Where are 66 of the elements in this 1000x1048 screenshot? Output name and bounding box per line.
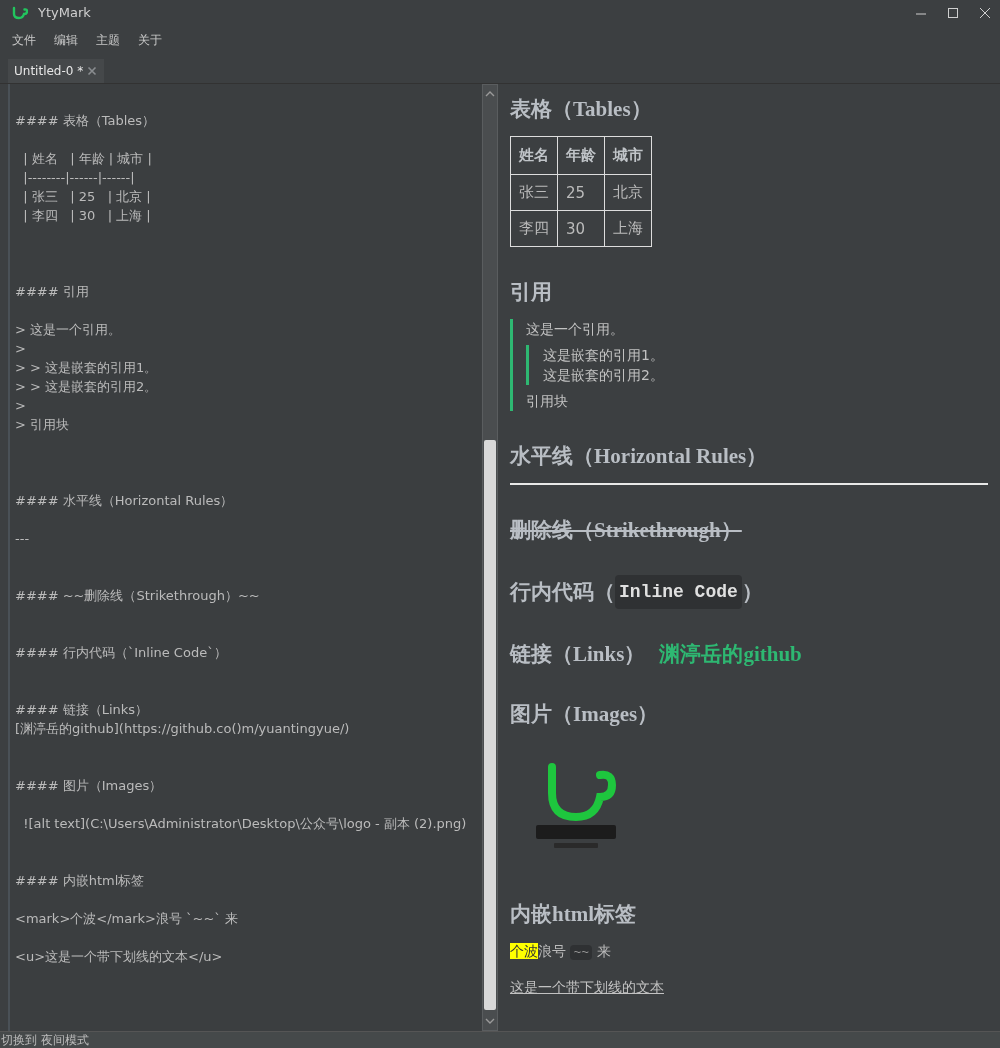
close-icon[interactable] [87,66,98,76]
code-line: > 引用块 [15,416,71,434]
strikethrough-text: 删除线（Strikethrough） [510,517,742,544]
table-cell: 30 [557,210,605,247]
code-line: > 这是一个引用。 [15,321,123,339]
tab-label: Untitled-0 * [14,64,84,78]
code-line: #### 水平线（Horizontal Rules） [15,492,235,510]
heading-text: 内嵌html标签 [510,901,636,928]
heading-text: ） [741,579,763,606]
code-line: ![alt text](C:\Users\Administrator\Desktop\公众号\logo - 副本 (2).png) [22,815,468,833]
table-header: 城市 [604,136,652,175]
heading-text: 图片（Images） [510,701,659,728]
quote-text: 这是一个引用。 [526,320,625,339]
file-tab[interactable]: Untitled-0 * [8,59,105,83]
menu-item[interactable]: 关于 [138,31,162,49]
code-line: | 姓名 | 年龄 | 城市 | [22,150,153,168]
quote-text: 引用块 [526,392,569,411]
table-header: 年龄 [557,136,605,175]
heading-text: 表格（Tables） [510,96,652,123]
link[interactable]: 渊渟岳的github [659,639,802,669]
table-cell: 张三 [510,174,558,211]
menu-item[interactable]: 编辑 [54,31,78,49]
underlined-text: 这是一个带下划线的文本 [510,979,664,995]
menu-item[interactable]: 主题 [96,31,120,49]
paragraph-text: 浪号 [538,943,567,959]
code-line: <u>这是一个带下划线的文本</u> [15,948,224,966]
code-line: > [15,397,27,415]
code-line: #### 链接（Links） [15,701,150,719]
code-line: --- [15,530,31,548]
code-line: |--------|------|------| [22,169,136,187]
code-line: #### 行内代码（`Inline Code`） [15,644,228,662]
quote-text: 这是嵌套的引用2。 [543,366,665,385]
highlighted-text: 个波 [510,943,538,959]
code-line: | 李四 | 30 | 上海 | [22,207,152,225]
heading-text: 链接（Links） [510,641,646,668]
inline-code: Inline Code [615,575,742,609]
menu-item[interactable]: 文件 [12,31,36,49]
table-cell: 25 [557,174,605,211]
code-line: #### 表格（Tables） [15,112,157,130]
scroll-up-icon[interactable] [484,90,496,98]
code-line: | 张三 | 25 | 北京 | [22,188,152,206]
table-cell: 李四 [510,210,558,247]
table-header: 姓名 [510,136,558,175]
code-line: > [15,340,27,358]
heading-text: 引用 [510,279,552,306]
quote-text: 这是嵌套的引用1。 [543,346,665,365]
heading-text: 行内代码（ [510,579,615,606]
table-cell: 北京 [604,174,652,211]
heading-text: 水平线（Horizontal Rules） [510,443,768,470]
code-line: #### 图片（Images） [15,777,164,795]
window-title: YtyMark [38,5,91,20]
code-line: > > 这是嵌套的引用2。 [15,378,159,396]
status-text[interactable]: 切换到 夜间模式 [0,1031,1000,1048]
scroll-down-icon[interactable] [484,1017,496,1025]
code-line: [渊渟岳的github](https://github.co()m/yuantingyue/) [15,720,351,738]
code-line: #### 引用 [15,283,90,301]
table-cell: 上海 [604,210,652,247]
paragraph-text: 来 [595,943,611,959]
code-line: #### ~~删除线（Strikethrough）~~ [15,587,261,605]
code-line: > > 这是嵌套的引用1。 [15,359,159,377]
scroll-thumb[interactable] [484,440,496,1010]
code-line: <mark>个波</mark>浪号 `~~` 来 [15,910,239,928]
app-logo-icon [12,5,28,20]
scrollbar[interactable] [482,84,498,1031]
code-line: #### 内嵌html标签 [15,872,146,890]
inline-code: ~~ [570,945,593,960]
